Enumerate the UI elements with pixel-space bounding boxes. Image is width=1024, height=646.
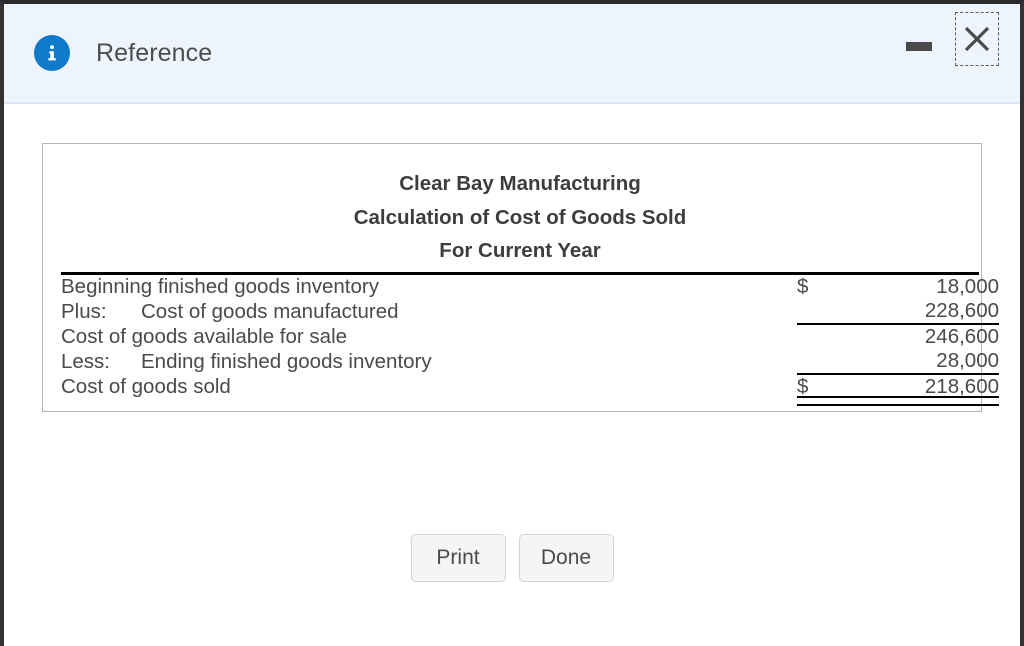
dialog-titlebar: Reference xyxy=(4,4,1020,104)
row-label-text-3: Ending finished goods inventory xyxy=(141,349,432,373)
cogs-table-body: Beginning finished goods inventory $ 18,… xyxy=(61,275,999,405)
statement-company-name: Clear Bay Manufacturing xyxy=(399,172,641,195)
row-label-text-0: Beginning finished goods inventory xyxy=(61,274,379,298)
cogs-table: Beginning finished goods inventory $ 18,… xyxy=(61,275,999,405)
row-label-0: Beginning finished goods inventory xyxy=(61,275,797,299)
row-currency-0: $ xyxy=(797,274,809,298)
row-currency-4: $ xyxy=(797,374,831,405)
row-label-text-2: Cost of goods available for sale xyxy=(61,324,348,348)
table-row: Beginning finished goods inventory $ 18,… xyxy=(61,275,999,299)
close-button[interactable] xyxy=(955,12,999,66)
row-label-text-4: Cost of goods sold xyxy=(61,374,231,398)
row-value-0: 18,000 xyxy=(936,274,999,298)
info-icon xyxy=(34,35,70,71)
statement-period: For Current Year xyxy=(61,235,979,275)
row-value-4: 218,600 xyxy=(831,374,999,405)
close-icon xyxy=(964,26,990,52)
cogs-statement-card: Clear Bay Manufacturing Calculation of C… xyxy=(42,143,999,412)
table-row: Cost of goods sold $ 218,600 xyxy=(61,374,999,405)
row-value-1: 228,600 xyxy=(831,298,999,325)
row-value-2: 246,600 xyxy=(924,324,999,348)
row-label-4: Cost of goods sold xyxy=(61,374,797,399)
done-button[interactable]: Done xyxy=(518,534,614,582)
dialog-footer: Print Done xyxy=(4,534,1020,582)
table-row: Less: Ending finished goods inventory 28,… xyxy=(61,348,999,375)
row-prefix-1: Plus: xyxy=(61,299,107,323)
row-currency-3 xyxy=(797,348,831,375)
row-label-2: Cost of goods available for sale xyxy=(61,324,797,349)
row-currency-1 xyxy=(797,298,831,325)
page-title: Reference xyxy=(96,38,213,67)
table-row: Cost of goods available for sale 246,600 xyxy=(61,324,999,349)
print-button[interactable]: Print xyxy=(410,534,506,582)
row-label-3: Less: Ending finished goods inventory xyxy=(61,349,797,374)
reference-dialog: Reference Clear Bay Manufacturing Calcul… xyxy=(0,0,1024,646)
row-label-1: Plus: Cost of goods manufactured xyxy=(61,299,797,324)
row-value-3: 28,000 xyxy=(831,348,999,375)
table-row: Plus: Cost of goods manufactured 228,600 xyxy=(61,298,999,325)
minimize-button[interactable] xyxy=(906,42,932,51)
row-label-text-1: Cost of goods manufactured xyxy=(141,299,399,323)
dialog-body: Clear Bay Manufacturing Calculation of C… xyxy=(4,104,1020,642)
row-prefix-3: Less: xyxy=(61,349,110,373)
row-currency-2 xyxy=(797,324,831,349)
statement-subtitle: Calculation of Cost of Goods Sold xyxy=(353,205,687,229)
